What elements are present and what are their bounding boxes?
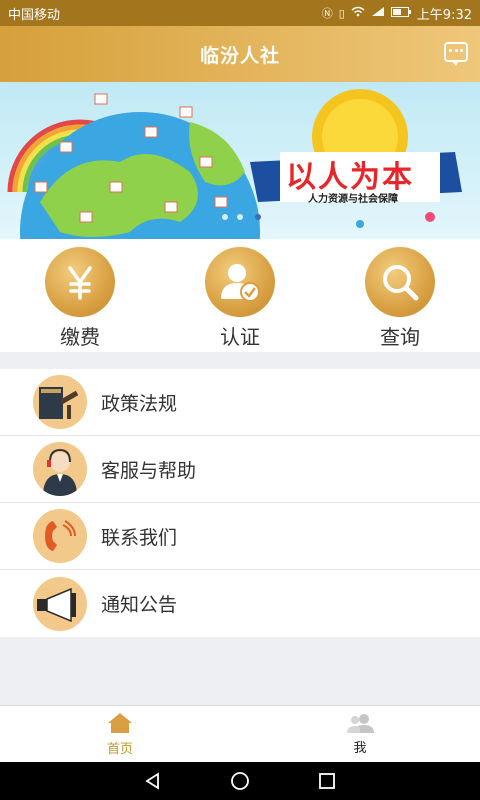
tab-home[interactable]: 首页: [0, 706, 240, 762]
tab-home-label: 首页: [106, 742, 133, 757]
pay-label: 缴费: [60, 325, 100, 349]
menu-label-service: 客服与帮助: [101, 459, 197, 482]
menu-item-contact[interactable]: 联系我们: [0, 503, 480, 570]
header: 临汾人社: [0, 26, 480, 82]
banner-subtitle: 人力资源与社会保障: [308, 194, 398, 205]
menu-item-service[interactable]: 客服与帮助: [0, 436, 480, 503]
battery-icon: [390, 6, 411, 20]
pay-button[interactable]: 缴费: [0, 239, 160, 352]
query-label: 查询: [380, 325, 420, 349]
clock: 上午9:32: [416, 7, 472, 23]
megaphone-icon: [33, 576, 87, 631]
menu-item-notice[interactable]: 通知公告: [0, 570, 480, 637]
signal-icon: [371, 6, 385, 20]
yuan-icon: [45, 247, 115, 317]
carrier-label: 中国移动: [8, 7, 61, 23]
vibrate-icon: ▯: [338, 6, 345, 20]
tab-me[interactable]: 我: [240, 706, 480, 762]
tab-me-label: 我: [353, 741, 367, 756]
query-button[interactable]: 查询: [320, 239, 480, 352]
menu-label-policy: 政策法规: [101, 392, 178, 415]
message-icon: [449, 49, 463, 53]
system-nav-bar: [0, 762, 480, 800]
wifi-icon: [351, 6, 365, 20]
menu-list: 政策法规 客服与帮助 联系我们 通知公告: [0, 369, 480, 637]
users-icon: [347, 714, 374, 733]
page-title: 临汾人社: [199, 44, 280, 67]
home-icon: [108, 713, 132, 733]
bottom-tab-bar: 首页 我: [0, 705, 480, 762]
customer-service-icon: [33, 442, 87, 496]
home-nav-icon[interactable]: [230, 771, 250, 791]
back-icon[interactable]: [143, 771, 163, 791]
recents-icon[interactable]: [317, 771, 337, 791]
banner[interactable]: 以人为本 人力资源与社会保障: [0, 82, 480, 239]
user-verify-icon: [205, 247, 275, 317]
nfc-icon: Ⓝ: [321, 7, 333, 20]
message-button[interactable]: [444, 42, 468, 66]
law-book-icon: [33, 375, 87, 429]
verify-button[interactable]: 认证: [160, 239, 320, 352]
menu-label-notice: 通知公告: [101, 594, 178, 616]
search-icon: [365, 247, 435, 317]
menu-label-contact: 联系我们: [101, 526, 178, 549]
phone-icon: [33, 509, 87, 563]
quick-actions: 缴费 认证 查询: [0, 239, 480, 352]
verify-label: 认证: [220, 325, 260, 349]
status-bar: 中国移动 Ⓝ ▯ 上午9:32: [0, 0, 480, 26]
menu-item-policy[interactable]: 政策法规: [0, 369, 480, 436]
